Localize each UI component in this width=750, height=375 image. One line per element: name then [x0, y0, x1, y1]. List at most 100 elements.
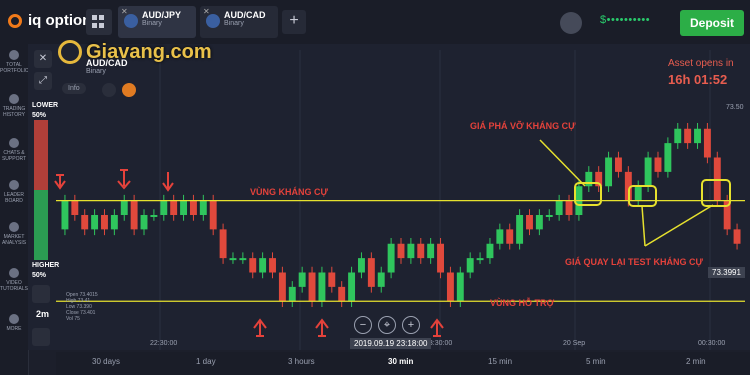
candle: [249, 258, 257, 273]
down-arrow: [117, 169, 131, 190]
candle: [555, 200, 563, 215]
ohlc-readout: Open 73.4015 High 73.41 Low 73.390 Close…: [66, 292, 98, 322]
candle: [189, 200, 197, 215]
watermark-icon: [58, 40, 82, 64]
candle: [674, 128, 682, 144]
x-axis-label: 22:30:00: [150, 340, 178, 347]
candle: [407, 243, 415, 259]
candle: [387, 243, 395, 273]
time-range-30-min[interactable]: 30 min: [388, 357, 413, 366]
candle: [269, 258, 276, 273]
candle: [545, 215, 553, 217]
up-arrow: [430, 318, 444, 337]
timeframe-selector[interactable]: 2m: [36, 309, 49, 319]
candle: [328, 272, 336, 287]
candle: [71, 200, 79, 215]
expand-button[interactable]: ⤢: [34, 72, 52, 90]
zoom-in-button[interactable]: +: [402, 316, 420, 334]
annotation-retest: GIÁ QUAY LẠI TEST KHÁNG CỰ: [565, 257, 703, 267]
up-arrow: [315, 318, 329, 337]
candle: [516, 215, 524, 244]
candle: [199, 200, 207, 215]
candle: [298, 272, 306, 287]
candle: [397, 243, 405, 259]
candle: [634, 186, 642, 201]
lower-label: LOWER: [32, 102, 59, 109]
time-range-5-min[interactable]: 5 min: [586, 357, 606, 366]
time-range-1-day[interactable]: 1 day: [196, 357, 216, 366]
candle: [239, 258, 247, 261]
time-range-2-min[interactable]: 2 min: [686, 357, 706, 366]
candle: [535, 215, 543, 230]
close-panel-button[interactable]: ✕: [34, 50, 52, 68]
candle: [91, 215, 99, 230]
sentiment-bar: [34, 120, 48, 260]
candle: [81, 215, 89, 230]
drawing-tool-icon[interactable]: [32, 328, 50, 346]
time-range-3-hours[interactable]: 3 hours: [288, 357, 315, 366]
time-range-30-days[interactable]: 30 days: [92, 357, 120, 366]
candle: [120, 200, 128, 215]
candle: [654, 157, 662, 172]
candle: [308, 272, 316, 302]
candle: [684, 128, 692, 144]
candle: [664, 143, 672, 172]
current-price-tag: 73.3991: [708, 267, 745, 278]
candle: [526, 215, 533, 230]
candle: [496, 229, 504, 244]
annotation-resistance: VÙNG KHÁNG CỰ: [250, 187, 328, 197]
candle: [456, 272, 464, 302]
candle: [278, 272, 286, 302]
candle: [417, 243, 425, 259]
candle: [733, 229, 741, 244]
candle: [367, 258, 375, 287]
candle: [150, 215, 158, 217]
candle: [644, 157, 652, 187]
candle: [348, 272, 356, 302]
asset-opens-countdown: 16h 01:52: [668, 72, 728, 87]
higher-label: HIGHER: [32, 262, 60, 269]
lower-pct: 50%: [32, 112, 47, 119]
candle: [61, 200, 69, 230]
candle: [229, 258, 237, 261]
y-axis-label: 73.50: [726, 104, 744, 111]
up-arrow: [253, 318, 267, 337]
candle: [170, 200, 178, 215]
down-arrow: [162, 172, 174, 192]
candle: [259, 258, 267, 273]
date-tag: 2019.09.19 23:18:00: [350, 338, 432, 349]
candle: [446, 272, 454, 302]
candle: [427, 243, 435, 259]
info-button[interactable]: Info: [62, 83, 86, 94]
candle: [358, 258, 365, 273]
x-axis-label: 00:30:00: [698, 340, 726, 347]
candle: [703, 128, 711, 158]
candle: [140, 215, 148, 230]
candle: [694, 128, 701, 144]
candle: [160, 200, 168, 215]
star-icon[interactable]: [122, 83, 136, 97]
zoom-out-button[interactable]: −: [354, 316, 372, 334]
candle: [101, 215, 108, 230]
asset-name: AUD/CAD: [86, 58, 128, 68]
candle: [377, 272, 385, 287]
candle: [585, 171, 593, 187]
bell-icon[interactable]: [102, 83, 116, 97]
x-axis-label: 20 Sep: [563, 340, 586, 347]
candle: [466, 258, 474, 273]
candle: [180, 200, 188, 215]
asset-type: Binary: [86, 68, 106, 75]
crosshair-button[interactable]: ⌖: [378, 316, 396, 334]
retest-pointer-2: [644, 204, 714, 247]
hand-icon[interactable]: [32, 285, 50, 303]
candle: [476, 258, 484, 261]
candle: [219, 229, 227, 259]
candle: [486, 243, 494, 259]
candle: [209, 200, 217, 230]
time-range-15-min[interactable]: 15 min: [488, 357, 512, 366]
breakout-pointer: [539, 139, 586, 187]
candle: [318, 272, 326, 302]
higher-pct: 50%: [32, 272, 47, 279]
candle: [614, 157, 622, 172]
asset-opens-label: Asset opens in: [668, 58, 734, 69]
